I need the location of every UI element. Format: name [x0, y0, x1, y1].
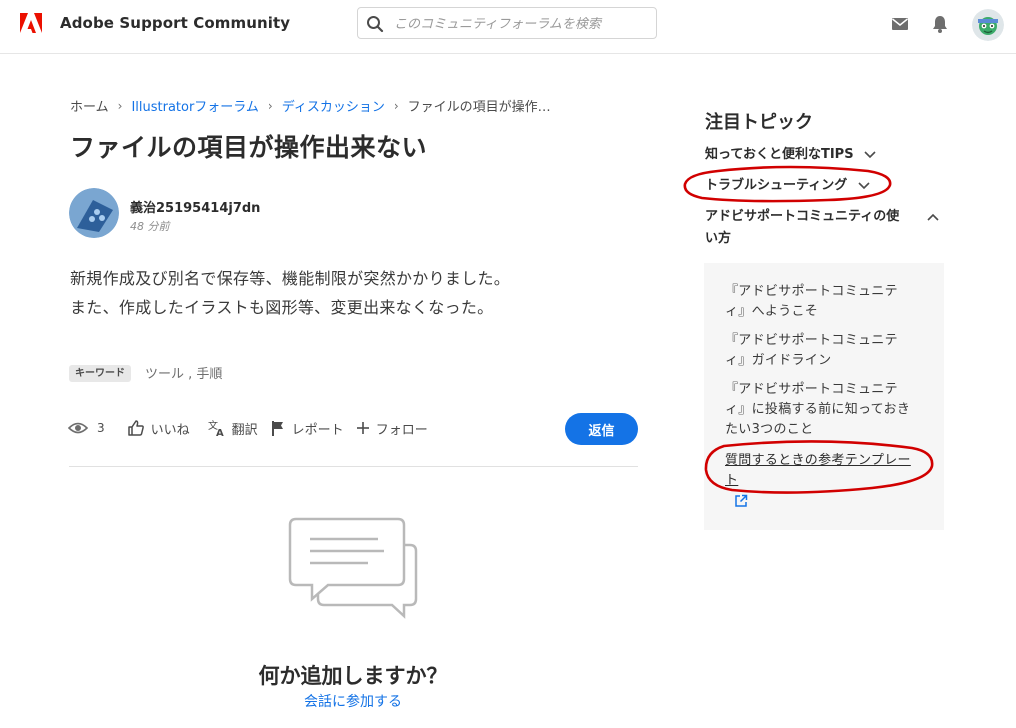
- chevron-right-icon: ›: [117, 98, 123, 113]
- breadcrumb-illustrator-forum[interactable]: Illustratorフォーラム: [131, 96, 258, 115]
- translate-icon: 文 A: [208, 419, 224, 437]
- thumbs-up-icon: [127, 420, 144, 436]
- sidebar-section-label: い方: [705, 231, 732, 246]
- page-title: ファイルの項目が操作出来ない: [70, 133, 428, 162]
- like-label: いいね: [150, 422, 190, 438]
- author-avatar[interactable]: [69, 188, 119, 238]
- chat-bubbles-icon: [288, 517, 418, 619]
- views-count: 3: [68, 421, 105, 435]
- chevron-right-icon: ›: [393, 98, 399, 113]
- link-text: たい3つのこと: [725, 422, 814, 437]
- sidebar-title: 注目トピック: [705, 112, 813, 133]
- plus-icon: [356, 422, 369, 434]
- link-text: 質問するときの参考テンプレー: [725, 453, 911, 468]
- flag-icon: [271, 421, 283, 436]
- breadcrumb: ホーム › Illustratorフォーラム › ディスカッション › ファイル…: [70, 96, 551, 116]
- breadcrumb-discussion[interactable]: ディスカッション: [282, 96, 385, 115]
- sidebar-link-question-template[interactable]: 質問するときの参考テンプレー ト: [725, 451, 925, 491]
- sidebar-section-how-to-use[interactable]: アドビサポートコミュニティの使 い方: [705, 206, 945, 250]
- sidebar-link-before-posting[interactable]: 『アドビサポートコミュニテ ィ』に投稿する前に知っておき たい3つのこと: [725, 380, 925, 440]
- follow-label: フォロー: [375, 422, 428, 438]
- breadcrumb-current: ファイルの項目が操作…: [407, 100, 551, 115]
- keyword-values[interactable]: ツール , 手順: [145, 363, 222, 382]
- chevron-up-icon: [927, 213, 939, 221]
- bell-icon[interactable]: [930, 14, 950, 34]
- user-avatar[interactable]: [972, 9, 1004, 41]
- svg-text:A: A: [216, 428, 224, 437]
- link-text: 『アドビサポートコミュニテ: [725, 333, 898, 348]
- mail-icon[interactable]: [890, 14, 910, 34]
- search-icon[interactable]: [366, 15, 384, 33]
- adobe-logo-icon[interactable]: [20, 13, 42, 33]
- follow-button[interactable]: フォロー: [356, 419, 428, 438]
- post-body-line: 新規作成及び別名で保存等、機能制限が突然かかりました。: [70, 269, 511, 288]
- divider: [69, 466, 638, 467]
- sidebar-section-label: 知っておくと便利なTIPS: [705, 147, 854, 162]
- post-timestamp: 48 分前: [130, 220, 170, 233]
- link-text: ィ』に投稿する前に知っておき: [725, 402, 911, 417]
- breadcrumb-home[interactable]: ホーム: [70, 96, 109, 115]
- chevron-down-icon: [858, 181, 870, 189]
- empty-state-title: 何か追加しますか？: [258, 664, 448, 688]
- post-body-line: また、作成したイラストも図形等、変更出来なくなった。: [70, 298, 494, 317]
- link-text: ィ』ガイドライン: [725, 353, 832, 368]
- link-text: 『アドビサポートコミュニテ: [725, 382, 898, 397]
- chevron-right-icon: ›: [267, 98, 273, 113]
- search-input[interactable]: [394, 12, 649, 36]
- brand-name[interactable]: Adobe Support Community: [60, 14, 290, 32]
- translate-button[interactable]: 文 A 翻訳: [208, 419, 258, 438]
- link-text: 『アドビサポートコミュニテ: [725, 284, 898, 299]
- eye-icon: [68, 422, 88, 434]
- external-link-icon[interactable]: [734, 494, 748, 508]
- sidebar-link-welcome[interactable]: 『アドビサポートコミュニテ ィ』へようこそ: [725, 282, 925, 322]
- author-name[interactable]: 義治25195414j7dn: [130, 197, 260, 216]
- chevron-down-icon: [864, 150, 876, 158]
- join-conversation-link[interactable]: 会話に参加する: [0, 691, 706, 711]
- translate-label: 翻訳: [231, 422, 258, 438]
- like-button[interactable]: いいね: [127, 419, 190, 438]
- post-actions: 3 いいね 文 A 翻訳 レポート フォロー: [68, 416, 446, 440]
- sidebar-section-troubleshooting[interactable]: トラブルシューティング: [705, 175, 870, 197]
- report-button[interactable]: レポート: [270, 419, 344, 438]
- views-number: 3: [97, 421, 105, 435]
- sidebar-section-label: トラブルシューティング: [705, 178, 848, 193]
- link-text: ト: [725, 473, 739, 488]
- link-text: ィ』へようこそ: [725, 304, 819, 319]
- sidebar-section-label: アドビサポートコミュニティの使: [705, 209, 900, 224]
- top-header: Adobe Support Community: [0, 0, 1016, 54]
- sidebar-link-guidelines[interactable]: 『アドビサポートコミュニテ ィ』ガイドライン: [725, 331, 925, 371]
- search-box[interactable]: [357, 7, 657, 39]
- report-label: レポート: [291, 422, 344, 438]
- sidebar-section-tips[interactable]: 知っておくと便利なTIPS: [705, 144, 876, 166]
- reply-button[interactable]: 返信: [565, 413, 638, 445]
- keyword-badge: キーワード: [69, 365, 131, 382]
